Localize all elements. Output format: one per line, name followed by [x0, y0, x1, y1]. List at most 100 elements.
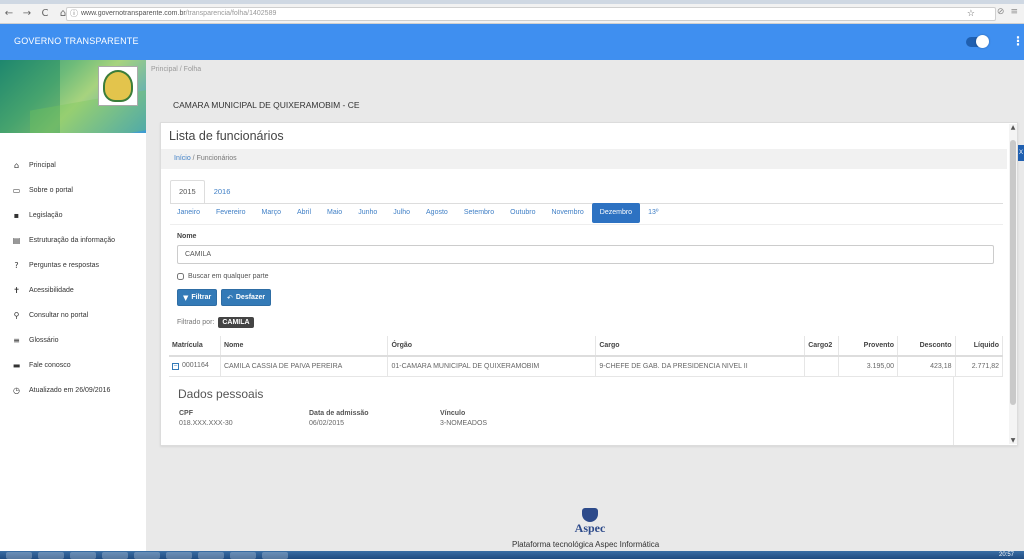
month-tab[interactable]: Janeiro	[169, 203, 208, 223]
sidebar-item-label: Glossário	[29, 337, 59, 344]
sidebar: ⌂ Principal ▭ Sobre o portal ▪ Legislação ▤ Est…	[0, 60, 146, 551]
month-tab[interactable]: Novembro	[543, 203, 591, 223]
search-anywhere-label: Buscar em qualquer parte	[188, 273, 269, 280]
sidebar-item[interactable]: ? Perguntas e respostas	[0, 253, 146, 278]
sidebar-item[interactable]: ▬ Fale conosco	[0, 353, 146, 378]
sidebar-item-label: Sobre o portal	[29, 187, 73, 194]
info-icon[interactable]: ⓘ	[70, 8, 78, 20]
more-menu-icon[interactable]: ⋮	[1012, 34, 1024, 48]
sidebar-item[interactable]: ⚲ Consultar no portal	[0, 303, 146, 328]
taskbar-app-icon[interactable]	[230, 552, 256, 559]
cpf-label: CPF	[179, 410, 193, 417]
scroll-up-icon[interactable]: ▲	[1009, 124, 1017, 131]
reload-icon[interactable]: C	[40, 8, 50, 20]
page-scrollbar[interactable]: ▲ ▼	[1009, 124, 1017, 444]
month-tab[interactable]: 13º	[640, 203, 666, 223]
month-tab[interactable]: Junho	[350, 203, 385, 223]
month-tab[interactable]: Abril	[289, 203, 319, 223]
column-header[interactable]: Líquido	[955, 336, 1004, 357]
browser-nav: ← → C ⌂	[4, 8, 68, 20]
column-header[interactable]: Cargo2	[804, 336, 840, 357]
structure-icon: ▤	[12, 236, 21, 245]
document-icon: ▪	[13, 211, 20, 220]
month-tab[interactable]: Agosto	[418, 203, 456, 223]
forward-icon[interactable]: →	[22, 8, 32, 20]
personal-details: Dados pessoais CPF 018.XXX.XXX-30 Data d…	[169, 377, 953, 443]
details-title: Dados pessoais	[178, 387, 264, 401]
column-header[interactable]: Desconto	[897, 336, 956, 357]
filter-icon: ▼	[183, 293, 189, 302]
column-header[interactable]: Matrícula	[169, 336, 221, 357]
aspec-logo-word: Aspec	[574, 521, 606, 535]
month-tab[interactable]: Outubro	[502, 203, 543, 223]
month-tab[interactable]: Maio	[319, 203, 350, 223]
side-tab-icon[interactable]: X	[1018, 145, 1024, 161]
sidebar-item[interactable]: ⌂ Principal	[0, 153, 146, 178]
search-anywhere-box[interactable]	[177, 273, 184, 280]
sidebar-item[interactable]: ✝ Acessibilidade	[0, 278, 146, 303]
link-value: 3-NOMEADOS	[440, 420, 488, 427]
taskbar-app-icon[interactable]	[70, 552, 96, 559]
search-anywhere-checkbox[interactable]: Buscar em qualquer parte	[177, 273, 269, 280]
column-header[interactable]: Órgão	[387, 336, 597, 357]
cpf-value: 018.XXX.XXX-30	[179, 420, 233, 427]
month-tab[interactable]: Dezembro	[591, 203, 641, 223]
filter-button[interactable]: ▼ Filtrar	[177, 289, 218, 306]
bookmark-star-icon[interactable]: ☆	[967, 8, 975, 20]
table-header-row: Matrícula Nome Órgão Cargo Cargo2 Proven…	[169, 336, 1004, 357]
sidebar-menu: ⌂ Principal ▭ Sobre o portal ▪ Legislação ▤ Est…	[0, 133, 146, 403]
liquido-cell: 2.771,82	[955, 356, 1004, 377]
taskbar-app-icon[interactable]	[38, 552, 64, 559]
name-label: Nome	[177, 233, 197, 240]
year-tab[interactable]: 2015	[170, 180, 205, 204]
column-header[interactable]: Nome	[220, 336, 389, 357]
link-field: Vínculo 3-NOMEADOS	[440, 410, 487, 427]
brand-title[interactable]: GOVERNO TRANSPARENTE	[14, 36, 139, 46]
sidebar-banner	[0, 60, 146, 133]
link-label: Vínculo	[440, 410, 466, 417]
undo-button[interactable]: ↶ Desfazer	[221, 289, 272, 306]
employees-table: Matrícula Nome Órgão Cargo Cargo2 Proven…	[169, 336, 1004, 377]
sidebar-item[interactable]: ◷ Atualizado em 26/09/2016	[0, 378, 146, 403]
extension-icon[interactable]: ⊘	[997, 7, 1005, 17]
column-header[interactable]: Cargo	[595, 336, 806, 357]
footer-text: Plataforma tecnológica Aspec Informática	[512, 540, 660, 549]
sidebar-item[interactable]: ≡ Glossário	[0, 328, 146, 353]
sidebar-item-label: Atualizado em 26/09/2016	[29, 387, 111, 394]
admission-field: Data de admissão 06/02/2015	[309, 410, 369, 427]
month-tab[interactable]: Setembro	[456, 203, 502, 223]
scroll-down-icon[interactable]: ▼	[1009, 437, 1017, 444]
taskbar-app-icon[interactable]	[198, 552, 224, 559]
table-row[interactable]: –0001164 CAMILA CASSIA DE PAIVA PEREIRA …	[169, 356, 1004, 377]
theme-toggle[interactable]	[966, 35, 989, 48]
taskbar-app-icon[interactable]	[166, 552, 192, 559]
organ-cell: 01-CAMARA MUNICIPAL DE QUIXERAMOBIM	[387, 356, 597, 377]
cpf-field: CPF 018.XXX.XXX-30	[179, 410, 233, 427]
role2-cell	[804, 356, 840, 377]
year-tab[interactable]: 2016	[205, 180, 240, 204]
os-taskbar: 20:57	[0, 551, 1024, 559]
taskbar-app-icon[interactable]	[134, 552, 160, 559]
sidebar-item[interactable]: ▤ Estruturação da informação	[0, 228, 146, 253]
column-header[interactable]: Provento	[838, 336, 898, 357]
address-bar[interactable]: ⓘ www.governotransparente.com.br/transpa…	[66, 7, 996, 21]
expand-row-icon[interactable]: –	[172, 363, 179, 371]
question-icon: ?	[14, 261, 19, 270]
scrollbar-thumb[interactable]	[1010, 140, 1016, 405]
start-button[interactable]	[6, 552, 32, 559]
breadcrumb-home-link[interactable]: Início	[174, 155, 191, 162]
taskbar-app-icon[interactable]	[102, 552, 128, 559]
clock-icon: ◷	[13, 386, 20, 395]
month-tab[interactable]: Fevereiro	[208, 203, 254, 223]
filter-tag[interactable]: CAMILA	[218, 317, 254, 328]
month-tab[interactable]: Março	[254, 203, 289, 223]
year-tabs: 2015 2016	[170, 180, 239, 204]
taskbar-app-icon[interactable]	[262, 552, 288, 559]
sidebar-item[interactable]: ▭ Sobre o portal	[0, 178, 146, 203]
browser-menu-icon[interactable]: ≡	[1010, 7, 1018, 17]
sidebar-item[interactable]: ▪ Legislação	[0, 203, 146, 228]
month-tab[interactable]: Julho	[385, 203, 418, 223]
name-input[interactable]	[177, 245, 994, 264]
list-icon: ≡	[13, 336, 20, 345]
back-icon[interactable]: ←	[4, 8, 14, 20]
